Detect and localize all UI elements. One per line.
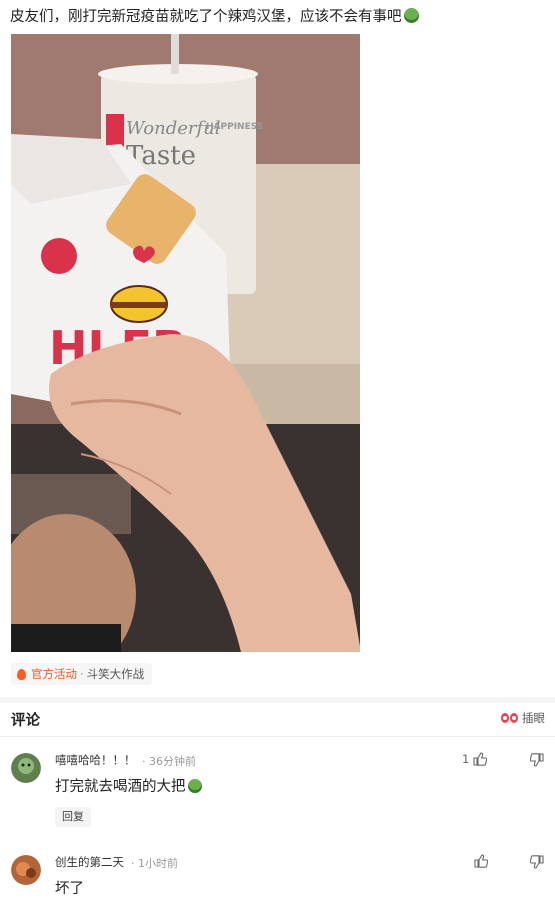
topic-separator: · [80,667,84,681]
avatar[interactable] [11,855,41,885]
comment-time: · 36分钟前 [142,755,196,768]
thumbs-up-icon [474,854,488,868]
thumbs-up-icon [473,752,488,766]
comment-time: · 1小时前 [131,857,178,870]
dislike-button[interactable] [530,855,544,869]
like-button[interactable] [474,854,488,868]
comment-username[interactable]: 创生的第二天 [55,854,124,870]
bookmark-label: 插眼 [522,711,545,725]
topic-tag[interactable]: 官方活动 · 斗笑大作战 [11,663,153,685]
section-divider [0,697,555,703]
comment-text-body: 打完就去喝酒的大把 [55,779,186,795]
thumbs-down-icon [530,855,544,869]
cup-text-3: HAPPINESS [206,122,263,132]
eyes-icon [501,713,519,723]
vomiting-face-emoji-icon [187,779,202,793]
comment-item: 创生的第二天 · 1小时前 坏了 [0,837,555,901]
topic-official-label: 官方活动 [31,667,77,681]
comment-text: 打完就去喝酒的大把 [55,775,202,796]
comments-heading: 评论 [11,713,40,729]
reply-button[interactable]: 回复 [55,807,91,827]
dislike-button[interactable] [530,753,544,767]
vomiting-face-emoji-icon [403,8,419,23]
like-count: 1 [462,752,470,766]
avatar[interactable] [11,753,41,783]
flame-icon [17,668,26,680]
post-title: 皮友们，刚打完新冠疫苗就吃了个辣鸡汉堡，应该不会有事吧 [10,6,550,28]
topic-name: 斗笑大作战 [86,667,145,681]
bookmark-toggle[interactable]: 插眼 [501,710,545,726]
comment-username[interactable]: 嘻嘻哈哈！！！ [55,752,136,768]
thumbs-down-icon [530,753,544,767]
post-title-text: 皮友们，刚打完新冠疫苗就吃了个辣鸡汉堡，应该不会有事吧 [10,9,402,25]
post-photo[interactable]: Wonderful Taste HAPPINESS HI FR [11,34,360,652]
comment-text: 坏了 [55,881,84,897]
post-photo-illustration: Wonderful Taste HAPPINESS HI FR [11,34,360,652]
comment-item: 嘻嘻哈哈！！！ · 36分钟前 打完就去喝酒的大把 回复 1 [0,737,555,837]
like-button[interactable]: 1 [462,752,488,766]
